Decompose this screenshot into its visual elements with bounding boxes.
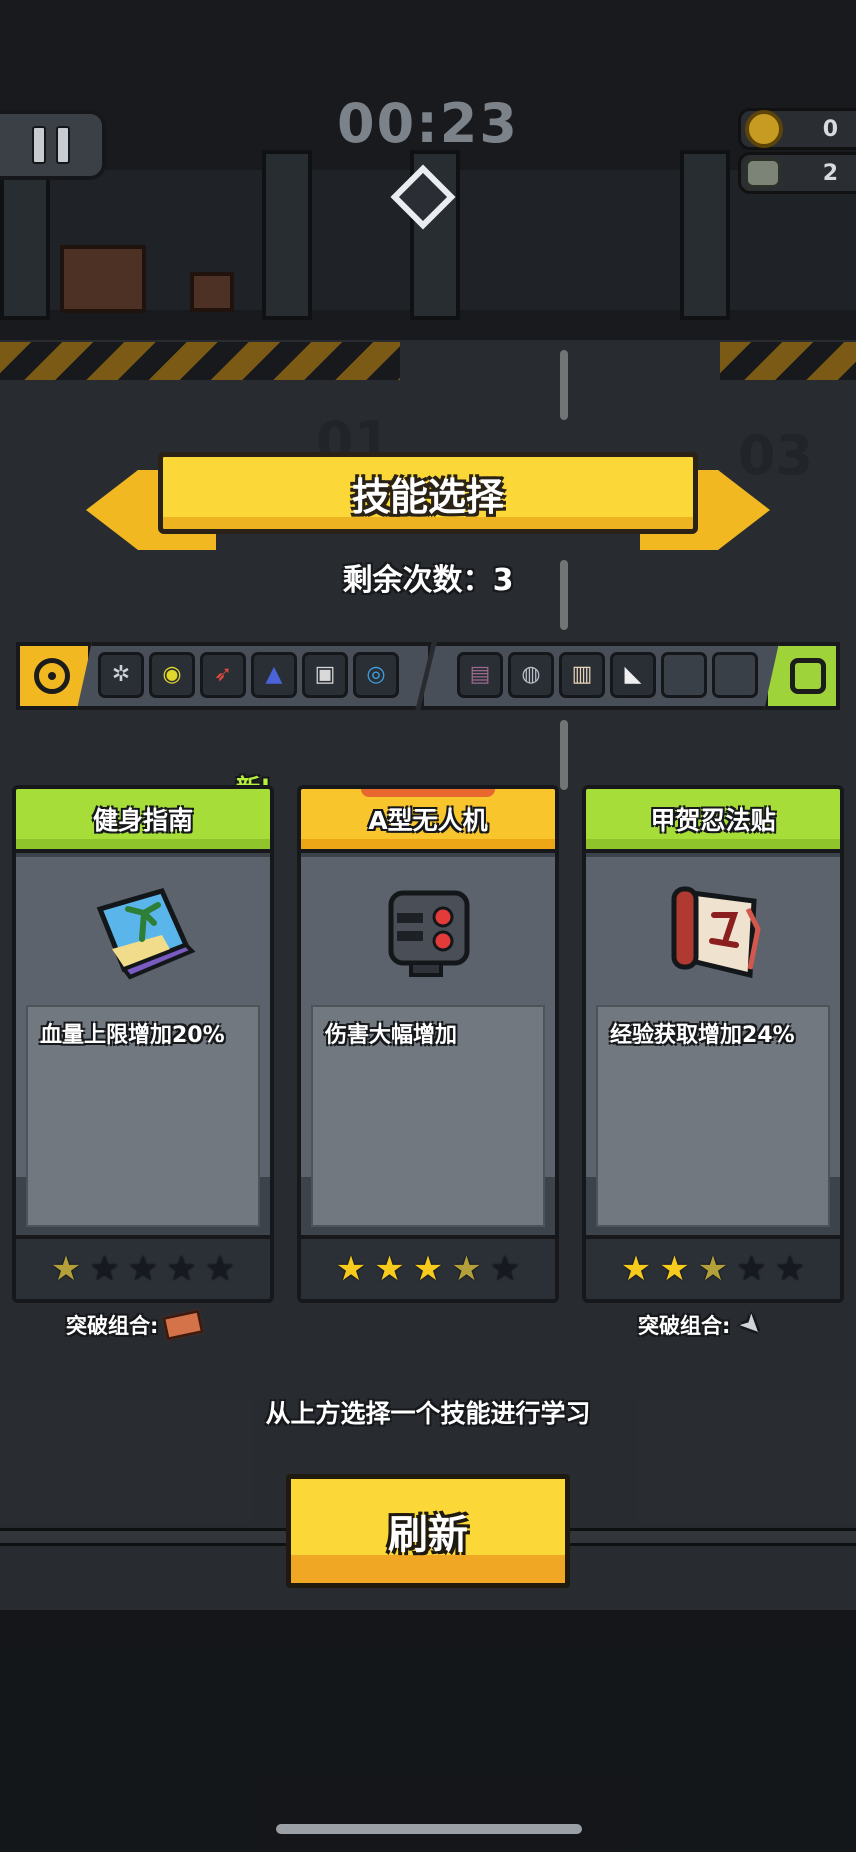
kunai-icon: ➤ xyxy=(733,1306,770,1344)
star-rating: ★ ★ ★ ★ ★ xyxy=(586,1235,840,1299)
fitness-book-icon xyxy=(92,879,196,983)
skill-name: A型无人机 xyxy=(368,806,488,835)
saw-blade-icon: ◉ xyxy=(149,652,195,698)
star-rating: ★ ★ ★ ★ ★ xyxy=(16,1235,270,1299)
gear-plate-icon xyxy=(790,658,826,694)
card-header: A型无人机 xyxy=(301,789,555,853)
star-icon: ★ xyxy=(451,1249,482,1289)
skill-description: 经验获取增加24% xyxy=(610,1023,795,1048)
skill-card[interactable]: A型无人机 伤害大幅增加 ★ ★ ★ ★ ★ xyxy=(297,785,559,1303)
star-icon: ★ xyxy=(374,1249,405,1289)
remaining-count: 剩余次数：3 xyxy=(0,555,856,599)
shuriken-icon: ✲ xyxy=(98,652,144,698)
breakthrough-combo: 突破组合: ➤ xyxy=(638,1307,770,1344)
star-icon: ★ xyxy=(166,1249,197,1289)
star-icon: ★ xyxy=(89,1249,120,1289)
remaining-value: 3 xyxy=(492,563,514,598)
skill-name: 健身指南 xyxy=(92,806,193,835)
kill-counter: 2 xyxy=(738,152,856,194)
skill-description: 伤害大幅增加 xyxy=(325,1023,458,1048)
star-icon: ★ xyxy=(774,1249,806,1289)
refresh-button[interactable]: 刷新 xyxy=(286,1474,570,1588)
breakthrough-combo: 突破组合: xyxy=(66,1309,205,1341)
breakthrough-label: 突破组合: xyxy=(638,1314,731,1338)
star-icon: ★ xyxy=(659,1249,690,1289)
skill-card[interactable]: 健身指南 血量上限增加20% ★ ★ ★ ★ ★ xyxy=(12,785,274,1303)
instruction-text: 从上方选择一个技能进行学习 xyxy=(265,1399,591,1428)
description-box: 伤害大幅增加 xyxy=(311,1005,545,1227)
card-header: 甲贺忍法贴 xyxy=(586,789,840,853)
star-icon: ★ xyxy=(620,1249,652,1289)
card-header: 健身指南 xyxy=(16,789,270,853)
skull-icon xyxy=(745,158,781,188)
star-icon: ★ xyxy=(50,1249,82,1289)
sneaker-icon: ◣ xyxy=(610,652,656,698)
drone-icon: ▣ xyxy=(302,652,348,698)
page-title: 技能选择 xyxy=(351,474,504,519)
crosshair-icon xyxy=(34,658,70,694)
star-rating: ★ ★ ★ ★ ★ xyxy=(301,1235,555,1299)
vest-icon: ▤ xyxy=(457,652,503,698)
kill-count: 2 xyxy=(822,160,838,186)
description-box: 血量上限增加20% xyxy=(26,1005,260,1227)
skill-card[interactable]: 甲贺忍法贴 经验获取增加24% ★ ★ ★ ★ ★ xyxy=(582,785,844,1303)
star-icon: ★ xyxy=(335,1249,367,1289)
empty-slot xyxy=(661,652,707,698)
cone-icon: ▲ xyxy=(251,652,297,698)
card-tab xyxy=(361,789,495,797)
skill-description: 血量上限增加20% xyxy=(40,1023,225,1048)
drone-a-icon xyxy=(377,879,481,983)
scroll-icon: ▥ xyxy=(559,652,605,698)
breakthrough-label: 突破组合: xyxy=(66,1314,159,1338)
star-icon: ★ xyxy=(204,1249,236,1289)
star-icon: ★ xyxy=(736,1249,767,1289)
coin-count: 0 xyxy=(822,116,838,142)
rocket-icon: ➶ xyxy=(200,652,246,698)
star-icon: ★ xyxy=(489,1249,521,1289)
brick-icon xyxy=(162,1309,205,1341)
orb-icon: ◍ xyxy=(508,652,554,698)
description-box: 经验获取增加24% xyxy=(596,1005,830,1227)
disc-icon: ◎ xyxy=(353,652,399,698)
game-timer: 00:23 xyxy=(337,92,519,155)
star-icon: ★ xyxy=(127,1249,159,1289)
star-icon: ★ xyxy=(697,1249,729,1289)
ninja-scroll-icon xyxy=(662,879,766,983)
game-screen: 01 03 00:23 0 2 技能选择 剩余次数：3 ✲ ◉ ➶ ▲ ▣ ◎ … xyxy=(0,0,856,1852)
title-banner: 技能选择 xyxy=(158,452,698,534)
coin-counter: 0 xyxy=(738,108,856,150)
remaining-label: 剩余次数： xyxy=(342,563,493,598)
refresh-label: 刷新 xyxy=(388,1512,468,1558)
skill-name: 甲贺忍法贴 xyxy=(650,806,776,835)
home-indicator[interactable] xyxy=(276,1824,582,1834)
empty-slot xyxy=(712,652,758,698)
star-icon: ★ xyxy=(412,1249,444,1289)
coin-icon xyxy=(745,110,783,148)
